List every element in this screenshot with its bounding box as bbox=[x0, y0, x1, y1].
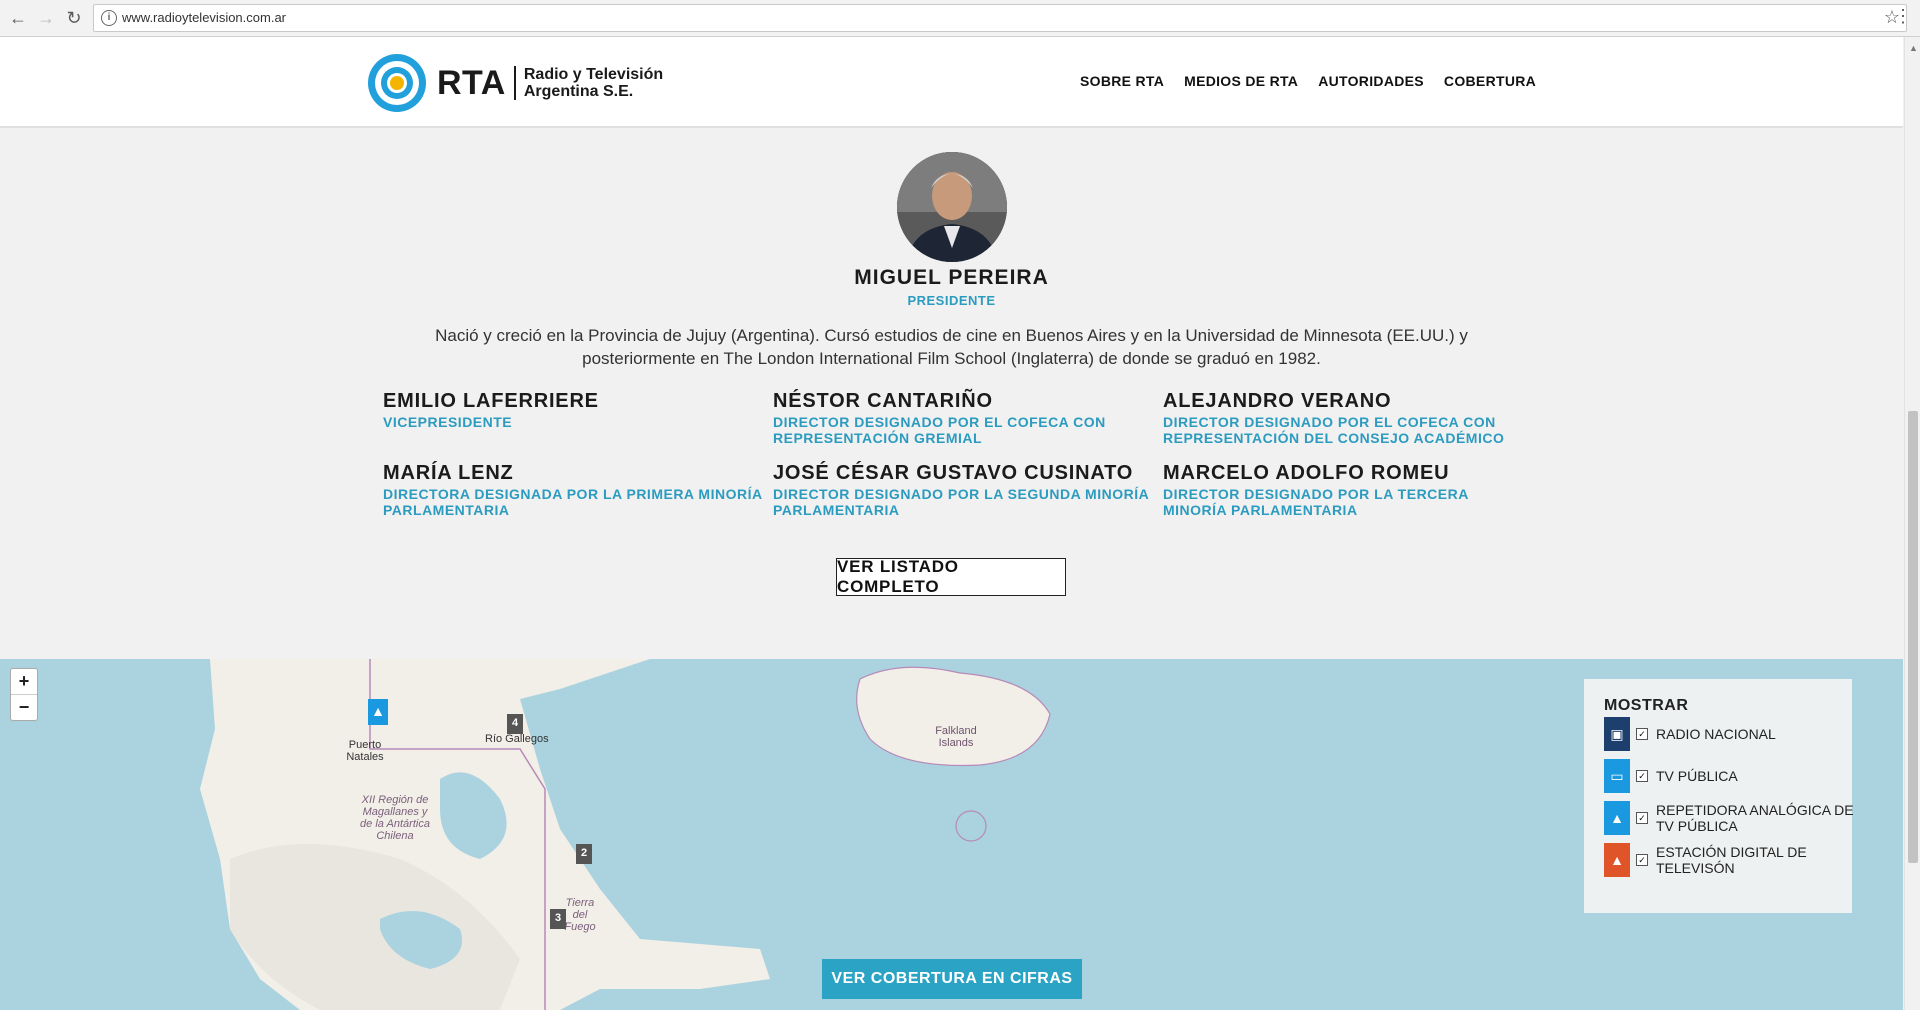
radio-icon: ▣ bbox=[1604, 717, 1630, 751]
member-card: NÉSTOR CANTARIÑO DIRECTOR DESIGNADO POR … bbox=[773, 390, 1163, 446]
nav-cobertura[interactable]: COBERTURA bbox=[1444, 73, 1536, 89]
portrait-image bbox=[896, 152, 1007, 262]
info-icon[interactable]: i bbox=[101, 10, 117, 26]
scroll-thumb[interactable] bbox=[1908, 411, 1918, 863]
map-cluster-pin[interactable]: 2 bbox=[576, 844, 592, 864]
nav-autoridades[interactable]: AUTORIDADES bbox=[1318, 73, 1424, 89]
legend-checkbox[interactable]: ✓ bbox=[1636, 812, 1648, 824]
legend-item-tv-publica[interactable]: ▭ ✓ TV PÚBLICA bbox=[1604, 759, 1866, 793]
browser-toolbar: ← → ↻ i www.radioytelevision.com.ar ☆ ⋮ bbox=[0, 0, 1920, 37]
reload-icon[interactable]: ↻ bbox=[62, 6, 86, 30]
member-name: ALEJANDRO VERANO bbox=[1163, 390, 1392, 412]
address-bar[interactable]: i www.radioytelevision.com.ar ☆ bbox=[93, 4, 1907, 32]
nav-medios-de-rta[interactable]: MEDIOS DE RTA bbox=[1184, 73, 1298, 89]
coverage-figures-button[interactable]: VER COBERTURA EN CIFRAS bbox=[822, 959, 1082, 999]
president-bio: Nació y creció en la Provincia de Jujuy … bbox=[435, 326, 1468, 368]
member-card: JOSÉ CÉSAR GUSTAVO CUSINATO DIRECTOR DES… bbox=[773, 462, 1163, 518]
legend-checkbox[interactable]: ✓ bbox=[1636, 854, 1648, 866]
page-scrollbar[interactable]: ▲ bbox=[1904, 37, 1920, 1010]
nav-sobre-rta[interactable]: SOBRE RTA bbox=[1080, 73, 1164, 89]
coverage-map[interactable]: + − Puerto Natales Río Gallegos Falkland… bbox=[0, 659, 1903, 1010]
legend-item-estacion-digital[interactable]: ▲ ✓ ESTACIÓN DIGITAL DE TELEVISÓN bbox=[1604, 843, 1866, 877]
member-name: MARÍA LENZ bbox=[383, 462, 514, 484]
president-role: PRESIDENTE bbox=[907, 293, 996, 308]
map-label-region: XII Región de Magallanes y de la Antárti… bbox=[360, 794, 430, 842]
zoom-out-button[interactable]: − bbox=[11, 694, 37, 720]
logo-divider bbox=[513, 66, 516, 100]
logo-text: Radio y Televisión Argentina S.E. bbox=[524, 66, 663, 100]
zoom-control: + − bbox=[10, 668, 38, 721]
board-members: EMILIO LAFERRIERE VICEPRESIDENTE NÉSTOR … bbox=[383, 390, 1533, 518]
map-label-rio-gallegos: Río Gallegos bbox=[485, 733, 549, 745]
member-role: DIRECTOR DESIGNADO POR LA SEGUNDA MINORÍ… bbox=[773, 486, 1149, 518]
antenna-icon: ▲ bbox=[1604, 843, 1630, 877]
member-name: NÉSTOR CANTARIÑO bbox=[773, 390, 993, 412]
site-header: RTA Radio y Televisión Argentina S.E. SO… bbox=[0, 37, 1903, 128]
map-label-puerto-natales: Puerto Natales bbox=[346, 739, 384, 763]
member-card: EMILIO LAFERRIERE VICEPRESIDENTE bbox=[383, 390, 773, 446]
rta-emblem-icon bbox=[368, 54, 426, 112]
president-name: MIGUEL PEREIRA bbox=[854, 266, 1049, 289]
legend-checkbox[interactable]: ✓ bbox=[1636, 728, 1648, 740]
president-section: MIGUEL PEREIRA PRESIDENTE Nació y creció… bbox=[0, 126, 1903, 370]
map-label-falkland: Falkland Islands bbox=[935, 725, 977, 749]
member-name: EMILIO LAFERRIERE bbox=[383, 390, 599, 412]
member-role: DIRECTOR DESIGNADO POR EL COFECA CON REP… bbox=[773, 414, 1106, 446]
url-text: www.radioytelevision.com.ar bbox=[122, 10, 287, 25]
legend-item-radio-nacional[interactable]: ▣ ✓ RADIO NACIONAL bbox=[1604, 717, 1866, 751]
scroll-up-icon[interactable]: ▲ bbox=[1909, 43, 1918, 53]
legend-checkbox[interactable]: ✓ bbox=[1636, 770, 1648, 782]
president-avatar bbox=[896, 152, 1007, 262]
map-label-tierra-del-fuego: Tierra del Fuego bbox=[564, 897, 596, 933]
logo-line1: Radio y Televisión bbox=[523, 66, 664, 83]
member-role: DIRECTORA DESIGNADA POR LA PRIMERA MINOR… bbox=[383, 486, 763, 518]
member-role: DIRECTOR DESIGNADO POR LA TERCERA MINORÍ… bbox=[1163, 486, 1469, 518]
map-cluster-pin[interactable]: 3 bbox=[550, 909, 566, 929]
member-card: MARCELO ADOLFO ROMEU DIRECTOR DESIGNADO … bbox=[1163, 462, 1533, 518]
logo-line2: Argentina S.E. bbox=[523, 83, 634, 100]
member-role: VICEPRESIDENTE bbox=[383, 414, 513, 430]
member-name: JOSÉ CÉSAR GUSTAVO CUSINATO bbox=[773, 462, 1134, 484]
legend-item-repetidora[interactable]: ▲ ✓ REPETIDORA ANALÓGICA DE TV PÚBLICA bbox=[1604, 801, 1866, 835]
legend-label: REPETIDORA ANALÓGICA DE TV PÚBLICA bbox=[1656, 802, 1854, 834]
legend-label: RADIO NACIONAL bbox=[1656, 726, 1776, 742]
member-card: ALEJANDRO VERANO DIRECTOR DESIGNADO POR … bbox=[1163, 390, 1533, 446]
legend-label: ESTACIÓN DIGITAL DE TELEVISÓN bbox=[1656, 844, 1807, 876]
legend-label: TV PÚBLICA bbox=[1656, 768, 1738, 784]
tv-icon: ▭ bbox=[1604, 759, 1630, 793]
legend-title: MOSTRAR bbox=[1604, 697, 1689, 714]
member-name: MARCELO ADOLFO ROMEU bbox=[1163, 462, 1450, 484]
antenna-icon: ▲ bbox=[1604, 801, 1630, 835]
map-legend: MOSTRAR ▣ ✓ RADIO NACIONAL ▭ ✓ TV PÚBLIC… bbox=[1584, 679, 1854, 913]
browser-menu-icon[interactable]: ⋮ bbox=[1894, 6, 1912, 27]
back-icon[interactable]: ← bbox=[6, 6, 30, 30]
zoom-in-button[interactable]: + bbox=[11, 669, 37, 694]
logo-abbr: RTA bbox=[437, 63, 506, 102]
map-antenna-pin[interactable]: ▲ bbox=[368, 699, 388, 725]
full-list-button[interactable]: VER LISTADO COMPLETO bbox=[836, 557, 1066, 596]
member-card: MARÍA LENZ DIRECTORA DESIGNADA POR LA PR… bbox=[383, 462, 773, 518]
map-cluster-pin[interactable]: 4 bbox=[507, 714, 523, 734]
forward-icon[interactable]: → bbox=[34, 6, 58, 30]
member-role: DIRECTOR DESIGNADO POR EL COFECA CON REP… bbox=[1163, 414, 1505, 446]
rta-logo[interactable]: RTA Radio y Televisión Argentina S.E. bbox=[367, 53, 663, 113]
main-nav: SOBRE RTA MEDIOS DE RTA AUTORIDADES COBE… bbox=[1080, 73, 1536, 89]
